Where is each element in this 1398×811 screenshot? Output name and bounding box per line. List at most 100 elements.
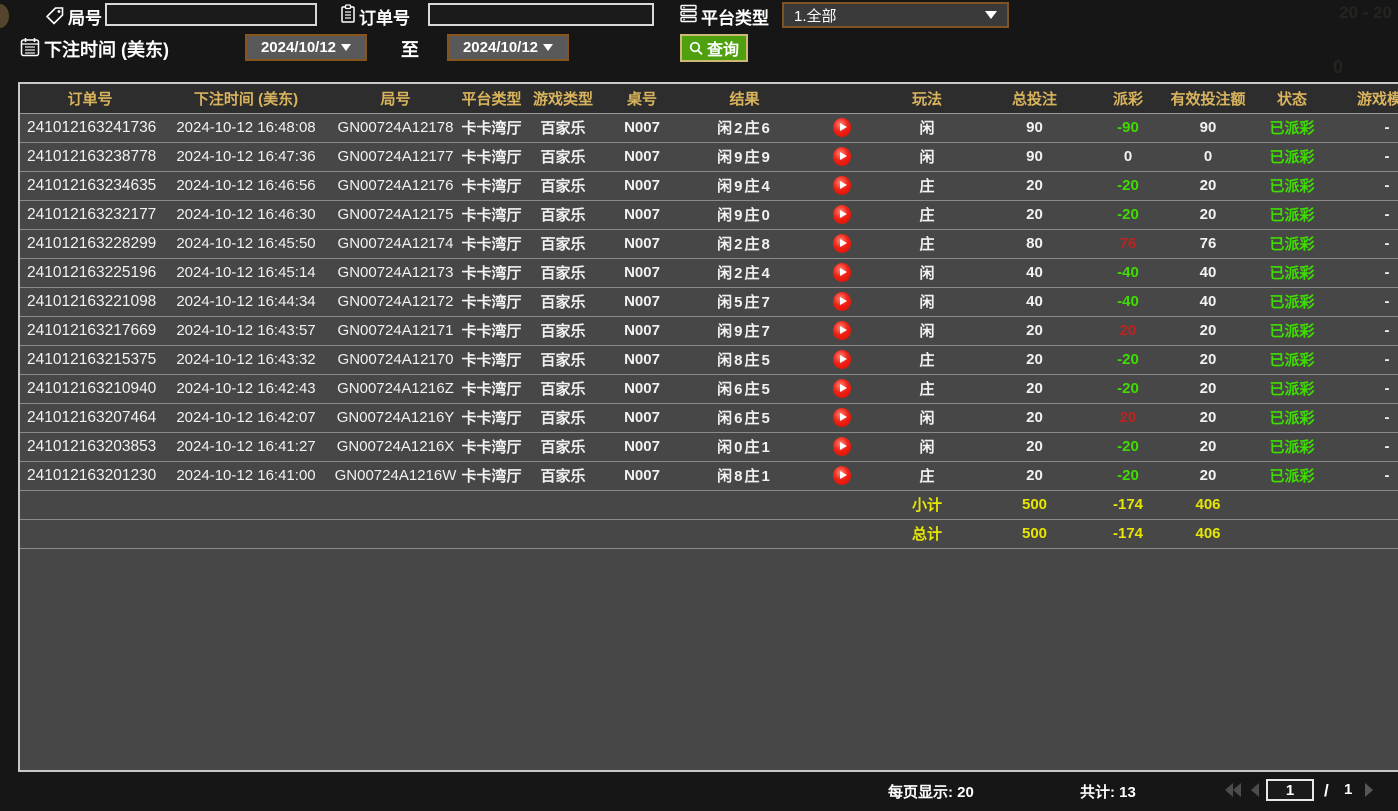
grand-total-row-cell-14: [1332, 519, 1398, 549]
chevron-down-icon: [985, 11, 997, 19]
cell-status: 已派彩: [1252, 345, 1332, 375]
cell-payout: -20: [1092, 461, 1164, 491]
table-row: 241012163215375 2024-10-12 16:43:32 GN0072…: [20, 345, 1398, 375]
order-number-input[interactable]: [428, 3, 654, 26]
cell-platform: 卡卡湾厅: [459, 142, 524, 172]
replay-video-icon[interactable]: [833, 147, 851, 166]
subtotal-row-cell-7: [682, 490, 807, 520]
cell-status: 已派彩: [1252, 229, 1332, 259]
page-number-input[interactable]: [1266, 779, 1314, 801]
clipboard-icon: [339, 4, 357, 24]
cell-valid: 40: [1164, 287, 1252, 317]
cell-round: GN00724A12170: [332, 345, 459, 375]
cell-time: 2024-10-12 16:43:57: [160, 316, 332, 346]
grand-total-row-cell-11: -174: [1092, 519, 1164, 549]
cell-replay: [807, 432, 877, 462]
replay-video-icon[interactable]: [833, 408, 851, 427]
cell-order: 241012163207464: [20, 403, 160, 433]
first-page-icon[interactable]: [1224, 783, 1242, 797]
cell-round: GN00724A12177: [332, 142, 459, 172]
column-header-4: 平台类型: [459, 84, 524, 114]
replay-video-icon[interactable]: [833, 176, 851, 195]
bet-time-label: 下注时间 (美东): [44, 40, 169, 60]
search-button-label: 查询: [707, 42, 740, 59]
grand-total-row: 总计 500 -174 406: [20, 519, 1398, 549]
subtotal-row-cell-3: [332, 490, 459, 520]
table-row: 241012163217669 2024-10-12 16:43:57 GN0072…: [20, 316, 1398, 346]
grand-total-row-cell-9: 总计: [877, 519, 977, 549]
cell-replay: [807, 142, 877, 172]
cell-mode: -: [1332, 113, 1398, 143]
cell-mode: -: [1332, 374, 1398, 404]
cell-payout: -40: [1092, 287, 1164, 317]
round-number-label: 局号: [68, 9, 102, 28]
replay-video-icon[interactable]: [833, 321, 851, 340]
replay-video-icon[interactable]: [833, 466, 851, 485]
replay-video-icon[interactable]: [833, 379, 851, 398]
cell-bet: 90: [977, 113, 1092, 143]
next-page-icon[interactable]: [1364, 783, 1374, 797]
play-triangle: [840, 442, 847, 450]
replay-video-icon[interactable]: [833, 350, 851, 369]
platform-type-select[interactable]: 1.全部: [782, 2, 1009, 28]
cell-mode: -: [1332, 316, 1398, 346]
grand-total-row-cell-12: 406: [1164, 519, 1252, 549]
cell-result: 闲9庄7: [682, 316, 807, 346]
cell-round: GN00724A12173: [332, 258, 459, 288]
cell-order: 241012163228299: [20, 229, 160, 259]
replay-video-icon[interactable]: [833, 205, 851, 224]
cell-play: 庄: [877, 461, 977, 491]
date-to-picker[interactable]: 2024/10/12: [447, 34, 569, 61]
cell-result: 闲6庄5: [682, 403, 807, 433]
cell-status: 已派彩: [1252, 113, 1332, 143]
cell-round: GN00724A12172: [332, 287, 459, 317]
cell-table: N007: [602, 287, 682, 317]
replay-video-icon[interactable]: [833, 292, 851, 311]
cell-time: 2024-10-12 16:41:27: [160, 432, 332, 462]
grand-total-row-cell-7: [682, 519, 807, 549]
cell-result: 闲2庄4: [682, 258, 807, 288]
column-header-1: 订单号: [20, 84, 160, 114]
cell-time: 2024-10-12 16:42:43: [160, 374, 332, 404]
grand-total-row-cell-6: [602, 519, 682, 549]
cell-valid: 76: [1164, 229, 1252, 259]
grand-total-row-cell-1: [20, 519, 160, 549]
cell-bet: 90: [977, 142, 1092, 172]
cell-game: 百家乐: [524, 316, 602, 346]
cell-order: 241012163221098: [20, 287, 160, 317]
cell-game: 百家乐: [524, 374, 602, 404]
cell-replay: [807, 200, 877, 230]
cell-time: 2024-10-12 16:45:50: [160, 229, 332, 259]
cell-replay: [807, 258, 877, 288]
subtotal-row-cell-14: [1332, 490, 1398, 520]
search-button[interactable]: 查询: [680, 34, 749, 62]
cell-payout: 76: [1092, 229, 1164, 259]
cell-payout: -90: [1092, 113, 1164, 143]
cell-play: 闲: [877, 432, 977, 462]
column-header-10: 总投注: [977, 84, 1092, 114]
subtotal-row-cell-8: [807, 490, 877, 520]
cell-game: 百家乐: [524, 113, 602, 143]
replay-video-icon[interactable]: [833, 263, 851, 282]
previous-page-icon[interactable]: [1250, 783, 1260, 797]
date-to-value: 2024/10/12: [462, 39, 539, 56]
cell-bet: 20: [977, 345, 1092, 375]
cell-round: GN00724A1216Y: [332, 403, 459, 433]
table-row: 241012163234635 2024-10-12 16:46:56 GN0072…: [20, 171, 1398, 201]
replay-video-icon[interactable]: [833, 118, 851, 137]
cell-platform: 卡卡湾厅: [459, 345, 524, 375]
replay-video-icon[interactable]: [833, 234, 851, 253]
calendar-icon: [20, 37, 40, 57]
cell-mode: -: [1332, 287, 1398, 317]
date-from-picker[interactable]: 2024/10/12: [245, 34, 367, 61]
cell-status: 已派彩: [1252, 374, 1332, 404]
cell-result: 闲9庄0: [682, 200, 807, 230]
replay-video-icon[interactable]: [833, 437, 851, 456]
grand-total-row-cell-2: [160, 519, 332, 549]
cell-round: GN00724A1216W: [332, 461, 459, 491]
play-triangle: [840, 471, 847, 479]
platform-type-selected-value: 1.全部: [794, 7, 837, 25]
cell-play: 闲: [877, 113, 977, 143]
round-number-input[interactable]: [105, 3, 317, 26]
cell-valid: 20: [1164, 345, 1252, 375]
